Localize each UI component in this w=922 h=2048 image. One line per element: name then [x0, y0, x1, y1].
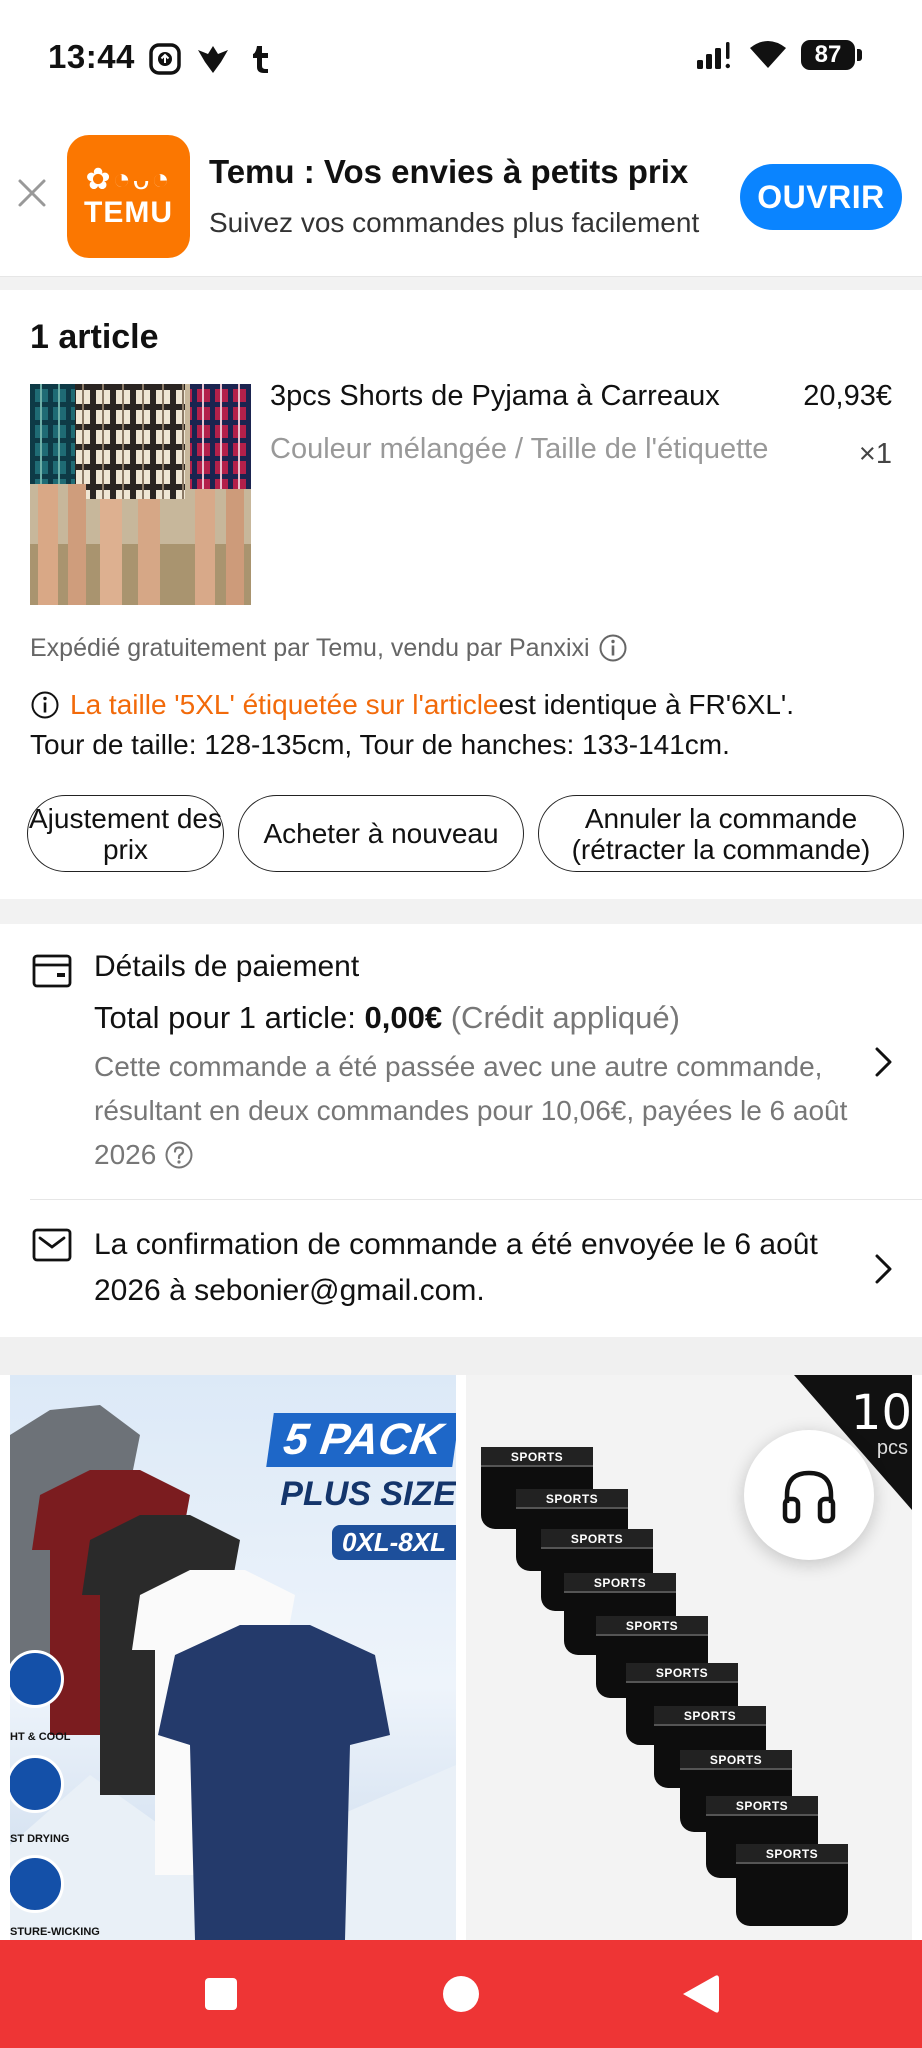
- recents-button-icon[interactable]: [191, 1964, 251, 2024]
- banner-subtitle: Suivez vos commandes plus facilement: [209, 207, 700, 238]
- wifi-icon: [750, 41, 786, 68]
- size-equivalence: est identique à FR'6XL'.: [498, 689, 795, 720]
- pcs-count: 10: [850, 1385, 912, 1441]
- recommended-product-tshirts[interactable]: 5 PACK PLUS SIZE 0XL-8XL HT & COOL ST DR…: [10, 1375, 456, 1940]
- order-confirmation-text: La confirmation de commande a été envoyé…: [94, 1228, 818, 1307]
- temu-logo: ✿◔ᴗ◔ TEMU: [67, 135, 190, 258]
- product-name[interactable]: 3pcs Shorts de Pyjama à Carreaux: [270, 380, 780, 413]
- card-icon: [32, 954, 72, 988]
- chevron-right-icon[interactable]: [873, 1252, 895, 1286]
- payment-total: Total pour 1 article: 0,00€ (Crédit appl…: [94, 1000, 680, 1036]
- help-icon[interactable]: [164, 1140, 194, 1170]
- close-icon[interactable]: [14, 175, 50, 211]
- plaid-shorts-thumbnail: [30, 384, 251, 605]
- battery-level: 87: [801, 40, 855, 70]
- section-separator: [0, 1337, 922, 1375]
- brief-band: SPORTS: [481, 1447, 593, 1467]
- system-navigation-bar: [0, 1940, 922, 2048]
- battery-tip: [857, 49, 862, 61]
- payment-note-text: Cette commande a été passée avec une aut…: [94, 1051, 848, 1170]
- brief-band: SPORTS: [626, 1663, 738, 1683]
- product-variant: Couleur mélangée / Taille de l'étiquette: [270, 433, 769, 465]
- product-quantity: ×1: [858, 438, 892, 470]
- feature-label: STURE-WICKING: [10, 1926, 100, 1938]
- back-button-icon[interactable]: [671, 1964, 731, 2024]
- plus-size-label: PLUS SIZE: [280, 1475, 456, 1513]
- brief-band: SPORTS: [596, 1616, 708, 1636]
- product-image[interactable]: [30, 384, 251, 605]
- section-separator: [0, 277, 922, 290]
- info-icon[interactable]: [598, 633, 628, 663]
- size-measurements: Tour de taille: 128-135cm, Tour de hanch…: [30, 729, 730, 760]
- temu-logo-glyphs-icon: ✿◔ᴗ◔: [85, 162, 172, 196]
- cancel-order-button[interactable]: Annuler la commande (rétracter la comman…: [538, 795, 904, 872]
- article-count: 1 article: [30, 318, 159, 356]
- payment-details-title: Détails de paiement: [94, 950, 360, 983]
- buy-again-button[interactable]: Acheter à nouveau: [238, 795, 524, 872]
- shipping-note: Expédié gratuitement par Temu, vendu par…: [30, 633, 628, 663]
- mail-icon: [32, 1228, 72, 1262]
- size-label-highlight: La taille '5XL' étiquetée sur l'article: [70, 689, 499, 720]
- brief-band: SPORTS: [564, 1573, 676, 1593]
- home-button-icon[interactable]: [431, 1964, 491, 2024]
- bird-notification-icon: [198, 46, 228, 73]
- open-app-button[interactable]: OUVRIR: [740, 164, 902, 230]
- price-adjustment-button[interactable]: Ajustement des prix: [27, 795, 224, 872]
- payment-total-label: Total pour 1 article:: [94, 1000, 365, 1035]
- section-separator: [0, 899, 922, 924]
- tumblr-notification-icon: [253, 46, 268, 73]
- status-right-group: 87: [695, 40, 862, 70]
- app-notification-icon: [149, 43, 181, 75]
- info-icon: [31, 691, 59, 719]
- divider: [30, 1199, 922, 1200]
- signal-icon: [697, 42, 730, 69]
- product-price: 20,93€: [803, 380, 892, 412]
- size-notice: La taille '5XL' étiquetée sur l'article …: [30, 689, 794, 721]
- brief-band: SPORTS: [516, 1489, 628, 1509]
- banner-title: Temu : Vos envies à petits prix: [209, 153, 689, 190]
- credit-applied-note: (Crédit appliqué): [450, 1000, 680, 1035]
- app-install-banner: ✿◔ᴗ◔ TEMU Temu : Vos envies à petits pri…: [0, 115, 922, 277]
- headset-icon: [782, 1470, 836, 1524]
- customer-support-button[interactable]: [744, 1430, 874, 1560]
- pcs-unit: pcs: [876, 1437, 908, 1459]
- status-bar: 13:44 87: [0, 0, 922, 115]
- status-time: 13:44: [48, 38, 135, 75]
- payment-note: Cette commande a été passée avec une aut…: [94, 1045, 874, 1177]
- brief-band: SPORTS: [680, 1750, 792, 1770]
- brief-band: SPORTS: [654, 1706, 766, 1726]
- temu-logo-word: TEMU: [84, 195, 173, 229]
- order-detail-screen: 13:44 87 ✿◔ᴗ◔ TEMU Temu: Vos envies à p…: [0, 0, 922, 2048]
- size-range-tag: 0XL-8XL: [331, 1525, 456, 1560]
- chevron-right-icon[interactable]: [873, 1045, 895, 1079]
- brief-band: SPORTS: [706, 1796, 818, 1816]
- brief-band: SPORTS: [736, 1844, 848, 1864]
- pack-label: 5 PACK: [266, 1413, 456, 1467]
- battery-indicator: 87: [801, 40, 862, 70]
- brief-item: SPORTS: [736, 1844, 848, 1926]
- shipping-note-text: Expédié gratuitement par Temu, vendu par…: [30, 633, 590, 662]
- feature-label: ST DRYING: [10, 1833, 70, 1845]
- feature-label: HT & COOL: [10, 1731, 71, 1743]
- payment-total-value: 0,00€: [364, 1000, 443, 1035]
- brief-band: SPORTS: [541, 1529, 653, 1549]
